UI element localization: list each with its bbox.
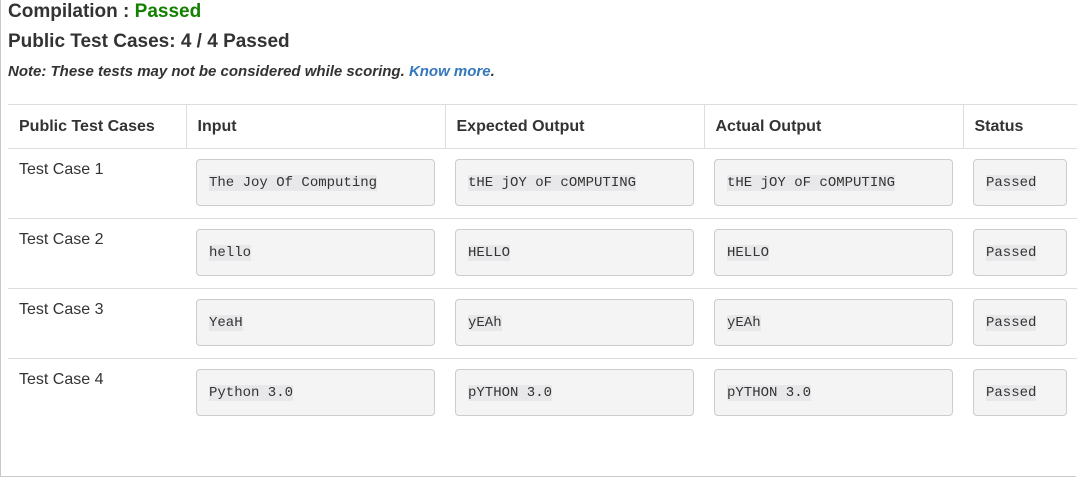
input-cell: Python 3.0 bbox=[186, 358, 445, 429]
actual-output-box[interactable]: yEAh bbox=[714, 299, 953, 346]
test-case-name: Test Case 3 bbox=[8, 288, 186, 359]
input-value-box[interactable]: The Joy Of Computing bbox=[196, 159, 435, 206]
table-row: Test Case 3 YeaH yEAh yEAh Passed bbox=[8, 288, 1077, 359]
compilation-status-value: Passed bbox=[134, 1, 202, 22]
actual-output-cell: yEAh bbox=[704, 288, 963, 359]
expected-output-box[interactable]: pYTHON 3.0 bbox=[455, 369, 694, 416]
actual-output-cell: tHE jOY oF cOMPUTING bbox=[704, 148, 963, 219]
status-box[interactable]: Passed bbox=[973, 229, 1067, 276]
status-cell: Passed bbox=[963, 148, 1077, 219]
input-value: Python 3.0 bbox=[209, 384, 294, 401]
expected-output-box[interactable]: yEAh bbox=[455, 299, 694, 346]
note-text: Note: These tests may not be considered … bbox=[8, 63, 409, 80]
actual-output-value: yEAh bbox=[727, 314, 761, 331]
actual-output-box[interactable]: tHE jOY oF cOMPUTING bbox=[714, 159, 953, 206]
header-expected-output: Expected Output bbox=[444, 104, 704, 149]
expected-output-value: tHE jOY oF cOMPUTING bbox=[468, 174, 637, 191]
actual-output-value: tHE jOY oF cOMPUTING bbox=[727, 174, 896, 191]
test-results-table: Public Test Cases Input Expected Output … bbox=[8, 104, 1077, 429]
header-status: Status bbox=[962, 104, 1077, 149]
expected-output-cell: tHE jOY oF cOMPUTING bbox=[445, 148, 704, 219]
expected-output-value: HELLO bbox=[468, 244, 511, 261]
compilation-status: Compilation : Passed bbox=[8, 0, 495, 24]
know-more-link[interactable]: Know more bbox=[409, 63, 491, 80]
expected-output-value: pYTHON 3.0 bbox=[468, 384, 553, 401]
status-cell: Passed bbox=[963, 288, 1077, 359]
results-header: Compilation : Passed Public Test Cases: … bbox=[8, 0, 495, 81]
input-value-box[interactable]: YeaH bbox=[196, 299, 435, 346]
expected-output-cell: HELLO bbox=[445, 218, 704, 289]
actual-output-value: pYTHON 3.0 bbox=[727, 384, 812, 401]
public-test-summary: Public Test Cases: 4 / 4 Passed bbox=[8, 31, 290, 52]
test-case-name: Test Case 4 bbox=[8, 358, 186, 429]
status-value: Passed bbox=[986, 244, 1037, 261]
status-box[interactable]: Passed bbox=[973, 299, 1067, 346]
input-cell: hello bbox=[186, 218, 445, 289]
input-value: YeaH bbox=[209, 314, 243, 331]
table-row: Test Case 1 The Joy Of Computing tHE jOY… bbox=[8, 148, 1077, 219]
actual-output-box[interactable]: HELLO bbox=[714, 229, 953, 276]
status-value: Passed bbox=[986, 384, 1037, 401]
expected-output-box[interactable]: tHE jOY oF cOMPUTING bbox=[455, 159, 694, 206]
actual-output-cell: HELLO bbox=[704, 218, 963, 289]
input-value-box[interactable]: hello bbox=[196, 229, 435, 276]
table-row: Test Case 2 hello HELLO HELLO Passed bbox=[8, 218, 1077, 289]
input-value: The Joy Of Computing bbox=[209, 174, 378, 191]
header-actual-output: Actual Output bbox=[703, 104, 963, 149]
actual-output-box[interactable]: pYTHON 3.0 bbox=[714, 369, 953, 416]
expected-output-cell: pYTHON 3.0 bbox=[445, 358, 704, 429]
expected-output-cell: yEAh bbox=[445, 288, 704, 359]
status-value: Passed bbox=[986, 314, 1037, 331]
header-public-test-cases: Public Test Cases bbox=[8, 104, 186, 149]
input-value: hello bbox=[209, 244, 252, 261]
scoring-note: Note: These tests may not be considered … bbox=[8, 63, 495, 81]
note-trailing: . bbox=[490, 63, 495, 80]
input-cell: The Joy Of Computing bbox=[186, 148, 445, 219]
status-cell: Passed bbox=[963, 358, 1077, 429]
expected-output-value: yEAh bbox=[468, 314, 502, 331]
input-cell: YeaH bbox=[186, 288, 445, 359]
expected-output-box[interactable]: HELLO bbox=[455, 229, 694, 276]
test-case-name: Test Case 2 bbox=[8, 218, 186, 289]
status-box[interactable]: Passed bbox=[973, 159, 1067, 206]
compilation-label: Compilation : bbox=[8, 1, 135, 22]
header-input: Input bbox=[185, 104, 445, 149]
table-header-row: Public Test Cases Input Expected Output … bbox=[8, 104, 1077, 149]
actual-output-cell: pYTHON 3.0 bbox=[704, 358, 963, 429]
status-value: Passed bbox=[986, 174, 1037, 191]
table-row: Test Case 4 Python 3.0 pYTHON 3.0 pYTHON… bbox=[8, 358, 1077, 429]
input-value-box[interactable]: Python 3.0 bbox=[196, 369, 435, 416]
actual-output-value: HELLO bbox=[727, 244, 770, 261]
status-box[interactable]: Passed bbox=[973, 369, 1067, 416]
test-case-name: Test Case 1 bbox=[8, 148, 186, 219]
status-cell: Passed bbox=[963, 218, 1077, 289]
